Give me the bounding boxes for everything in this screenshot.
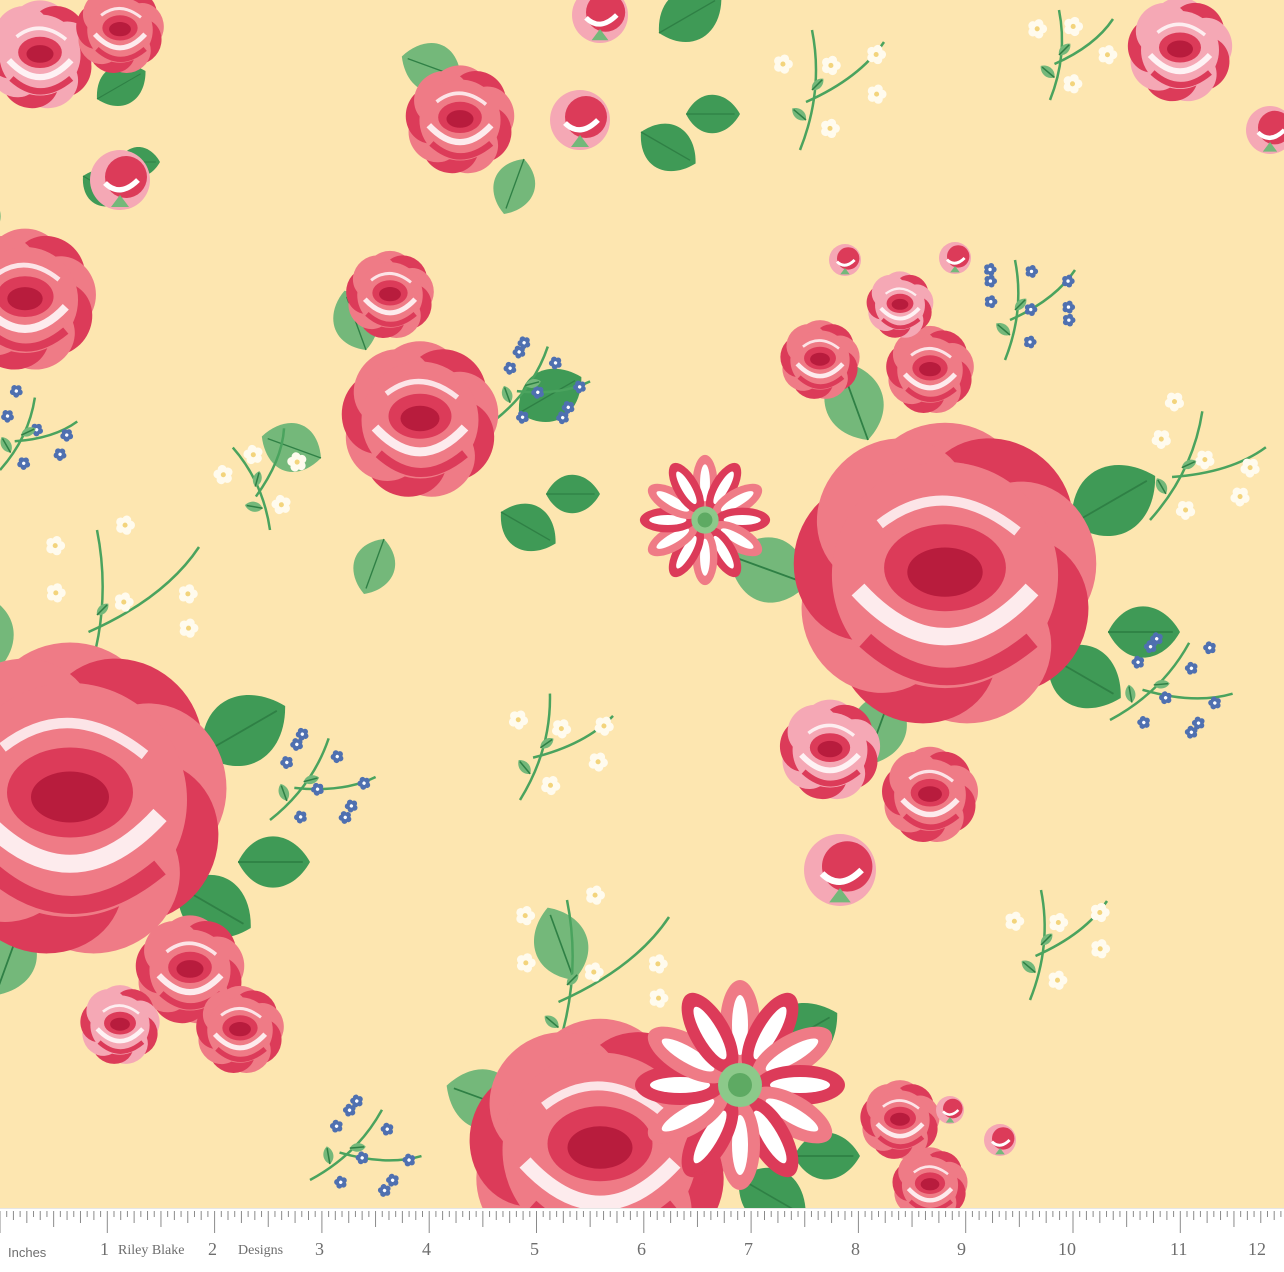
rosebud: [804, 834, 876, 906]
fabric-background: [0, 0, 1284, 1208]
ruler-ticks: [0, 1211, 1282, 1233]
ruler-number: 9: [957, 1239, 966, 1259]
ruler-number: 4: [422, 1239, 431, 1259]
floral-fabric-print: [0, 0, 1284, 1208]
ruler-number: 2: [208, 1239, 217, 1259]
ruler-number: 8: [851, 1239, 860, 1259]
ruler-number: 5: [530, 1239, 539, 1259]
fabric-ruler: Inches Riley Blake Designs 1 2 3 4 5 6 7…: [0, 1208, 1284, 1272]
ruler-number: 12: [1248, 1239, 1266, 1259]
rosebud: [936, 1096, 964, 1124]
ruler-number: 11: [1170, 1239, 1188, 1259]
rosebud: [984, 1124, 1016, 1156]
ruler-brand-left: Riley Blake: [118, 1243, 185, 1258]
ruler-number: 6: [637, 1239, 646, 1259]
fabric-swatch-image: Inches Riley Blake Designs 1 2 3 4 5 6 7…: [0, 0, 1284, 1272]
ruler-number: 10: [1058, 1239, 1076, 1259]
rosebud: [829, 244, 861, 276]
rosebud: [90, 150, 150, 210]
rosebud: [550, 90, 610, 150]
ruler-units-label: Inches: [8, 1245, 47, 1260]
ruler-number: 7: [744, 1239, 753, 1259]
rosebud: [939, 242, 971, 274]
ruler-number: 1: [100, 1239, 109, 1259]
ruler-number: 3: [315, 1239, 324, 1259]
ruler-brand-right: Designs: [238, 1243, 284, 1258]
